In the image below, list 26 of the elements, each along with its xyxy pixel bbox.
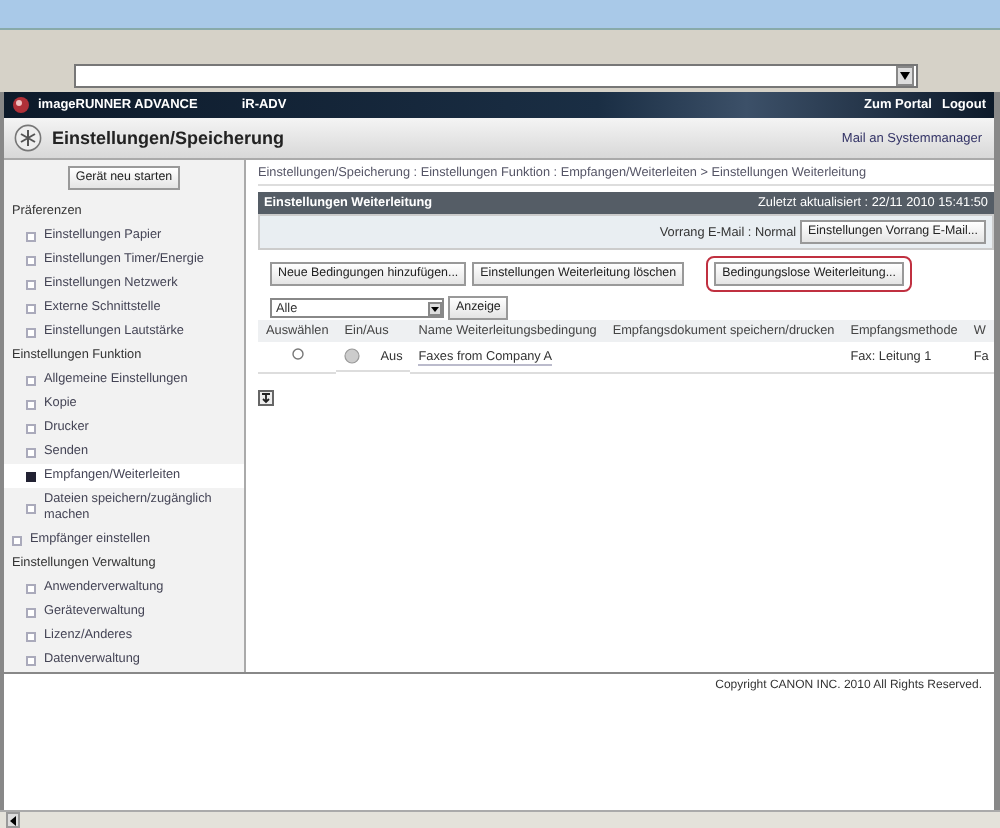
bullet-icon [26, 503, 36, 513]
logo-icon [12, 96, 30, 114]
bullet-icon [26, 583, 36, 593]
selected-bullet-icon [26, 471, 36, 481]
bullet-icon [12, 535, 22, 545]
bullet-icon [26, 447, 36, 457]
bullet-icon [26, 375, 36, 385]
bullet-icon [26, 655, 36, 665]
bullet-icon [26, 303, 36, 313]
page-title: Einstellungen/Speicherung [52, 128, 285, 148]
bullet-icon [26, 279, 36, 289]
scroll-left-icon[interactable] [6, 812, 20, 828]
bullet-icon [26, 423, 36, 433]
bullet-icon [26, 399, 36, 409]
bullet-icon [26, 231, 36, 241]
dropdown-arrow-icon[interactable] [896, 66, 914, 86]
page-top-icon[interactable] [258, 389, 274, 405]
bullet-icon [26, 607, 36, 617]
bullet-icon [26, 631, 36, 641]
bullet-icon [26, 255, 36, 265]
horizontal-scrollbar[interactable] [0, 810, 1000, 828]
dropdown-arrow-icon[interactable] [428, 301, 442, 315]
address-combo[interactable] [74, 64, 918, 88]
bullet-icon [26, 327, 36, 337]
settings-icon [14, 124, 42, 152]
radio-button[interactable] [291, 348, 304, 361]
